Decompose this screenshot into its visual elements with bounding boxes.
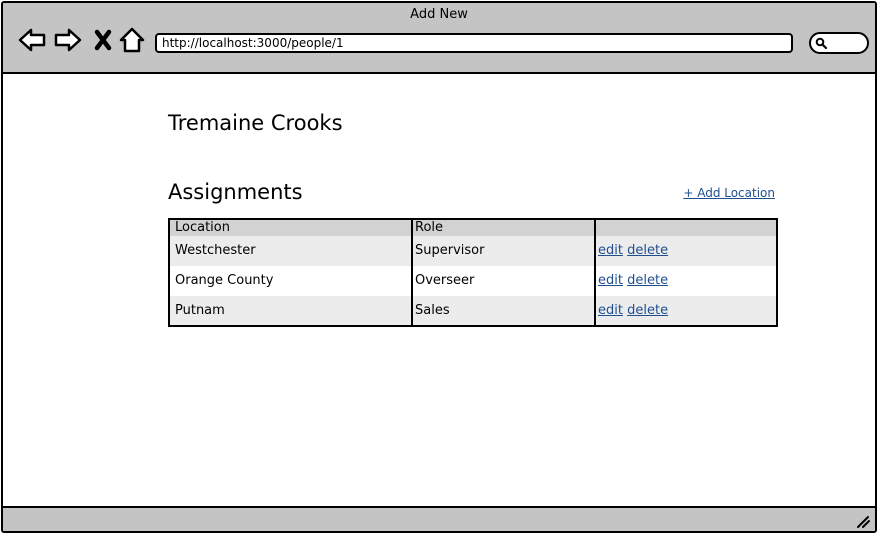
actions-cell: edit delete [598, 296, 668, 325]
column-header-location: Location [175, 220, 230, 235]
status-bar [3, 506, 875, 531]
delete-link[interactable]: delete [627, 243, 668, 258]
edit-link[interactable]: edit [598, 303, 623, 318]
url-bar[interactable]: http://localhost:3000/people/1 [155, 33, 793, 53]
assignments-table: Location Role Westchester Supervisor edi… [168, 218, 778, 327]
location-cell: Putnam [175, 303, 225, 318]
column-header-role: Role [415, 220, 444, 235]
delete-link[interactable]: delete [627, 273, 668, 288]
browser-window: Add New http://localhost:3000/people/1 T… [1, 1, 877, 533]
role-cell: Sales [415, 303, 450, 318]
location-cell: Westchester [175, 243, 256, 258]
assignments-heading: Assignments [168, 180, 303, 204]
role-cell: Overseer [415, 273, 475, 288]
close-x-icon[interactable] [89, 25, 119, 55]
column-divider [411, 220, 413, 325]
actions-cell: edit delete [598, 266, 668, 296]
home-icon[interactable] [117, 25, 147, 55]
table-row: Westchester Supervisor edit delete [170, 236, 776, 266]
edit-link[interactable]: edit [598, 243, 623, 258]
back-arrow-icon[interactable] [17, 25, 47, 55]
table-row: Putnam Sales edit delete [170, 296, 776, 325]
delete-link[interactable]: delete [627, 303, 668, 318]
title-bar: Add New http://localhost:3000/people/1 [3, 3, 875, 74]
resize-grip-icon[interactable] [855, 513, 871, 529]
page-content: Tremaine Crooks Assignments + Add Locati… [3, 74, 875, 510]
person-name-heading: Tremaine Crooks [168, 111, 343, 135]
forward-arrow-icon[interactable] [53, 25, 83, 55]
window-title: Add New [410, 7, 468, 22]
edit-link[interactable]: edit [598, 273, 623, 288]
search-icon [815, 37, 827, 49]
actions-cell: edit delete [598, 236, 668, 266]
table-row: Orange County Overseer edit delete [170, 266, 776, 296]
column-divider [594, 220, 596, 325]
role-cell: Supervisor [415, 243, 485, 258]
table-header-row: Location Role [170, 220, 776, 236]
location-cell: Orange County [175, 273, 274, 288]
search-field[interactable] [809, 32, 869, 54]
add-location-link[interactable]: + Add Location [683, 186, 775, 200]
